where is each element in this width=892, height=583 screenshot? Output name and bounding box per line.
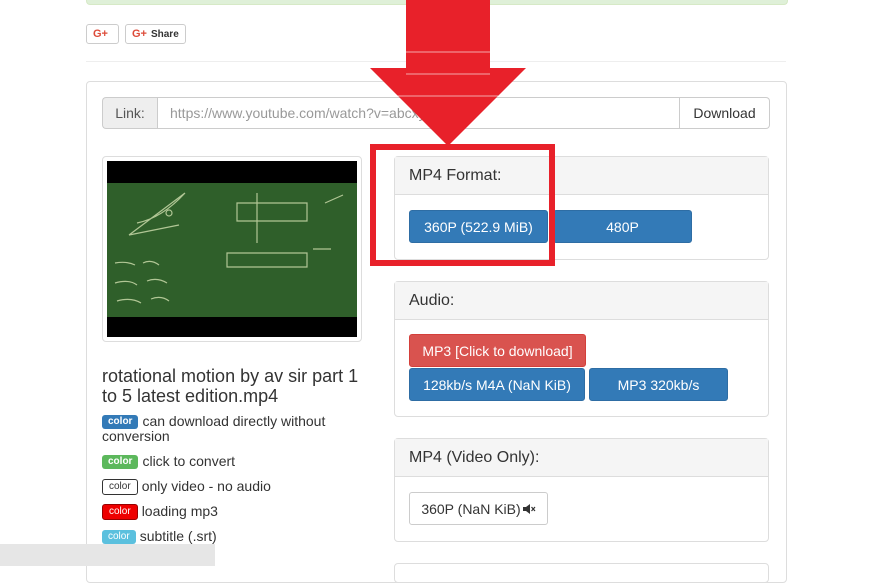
legend-text: loading mp3	[141, 503, 218, 519]
m4a-128-button[interactable]: 128kb/s M4A (NaN KiB)	[409, 368, 585, 401]
down-arrow-annotation	[370, 0, 526, 146]
gplus-icon: G+	[93, 28, 108, 40]
legend-tag-convert: color	[102, 455, 139, 470]
legend-text: click to convert	[142, 453, 236, 469]
mp3-convert-button[interactable]: MP3 [Click to download]	[409, 334, 586, 367]
link-label: Link:	[102, 97, 157, 129]
mp4-video-only-panel: MP4 (Video Only):	[394, 438, 769, 542]
legend-text: subtitle (.srt)	[139, 528, 217, 544]
share-label: Share	[150, 28, 179, 40]
gplus-icon: G+	[131, 28, 147, 40]
highlight-box-annotation	[370, 144, 555, 266]
legend-item: color can download directly without conve…	[102, 413, 372, 444]
video-only-360p-button[interactable]: 360P (NaN KiB)	[409, 492, 548, 525]
legend-tag-video-only: color	[102, 479, 138, 496]
legend-item: color only video - no audio	[102, 478, 372, 496]
mp3-320-button[interactable]: MP3 320kb/s	[589, 368, 728, 401]
bottom-overlay	[0, 544, 215, 566]
legend-text: only video - no audio	[141, 478, 271, 494]
chalkboard-image	[107, 183, 357, 317]
download-button[interactable]: Download	[680, 97, 770, 129]
legend-item: color loading mp3	[102, 503, 372, 521]
legend-item: color click to convert	[102, 453, 372, 470]
legend-tag-loading: color	[102, 504, 138, 521]
gplus-share-button[interactable]: G+ Share	[124, 24, 186, 44]
chalk-drawing	[114, 192, 344, 304]
next-panel	[394, 563, 769, 583]
mute-icon	[522, 503, 536, 514]
social-buttons: G+ G+ Share	[86, 24, 186, 44]
thumbnail-image	[107, 161, 357, 337]
legend-tag-direct: color	[102, 415, 139, 430]
video-title: rotational motion by av sir part 1 to 5 …	[102, 366, 359, 406]
video-thumbnail[interactable]	[102, 156, 362, 342]
audio-title: Audio:	[395, 282, 768, 320]
gplus-button[interactable]: G+	[86, 24, 119, 44]
mp4-video-only-title: MP4 (Video Only):	[395, 439, 768, 477]
video-only-360p-label: 360P (NaN KiB)	[421, 500, 521, 517]
legend-item: color subtitle (.srt)	[102, 528, 372, 545]
mp4-480p-button[interactable]: 480P	[553, 210, 692, 243]
legend-tag-subtitle: color	[102, 530, 136, 545]
